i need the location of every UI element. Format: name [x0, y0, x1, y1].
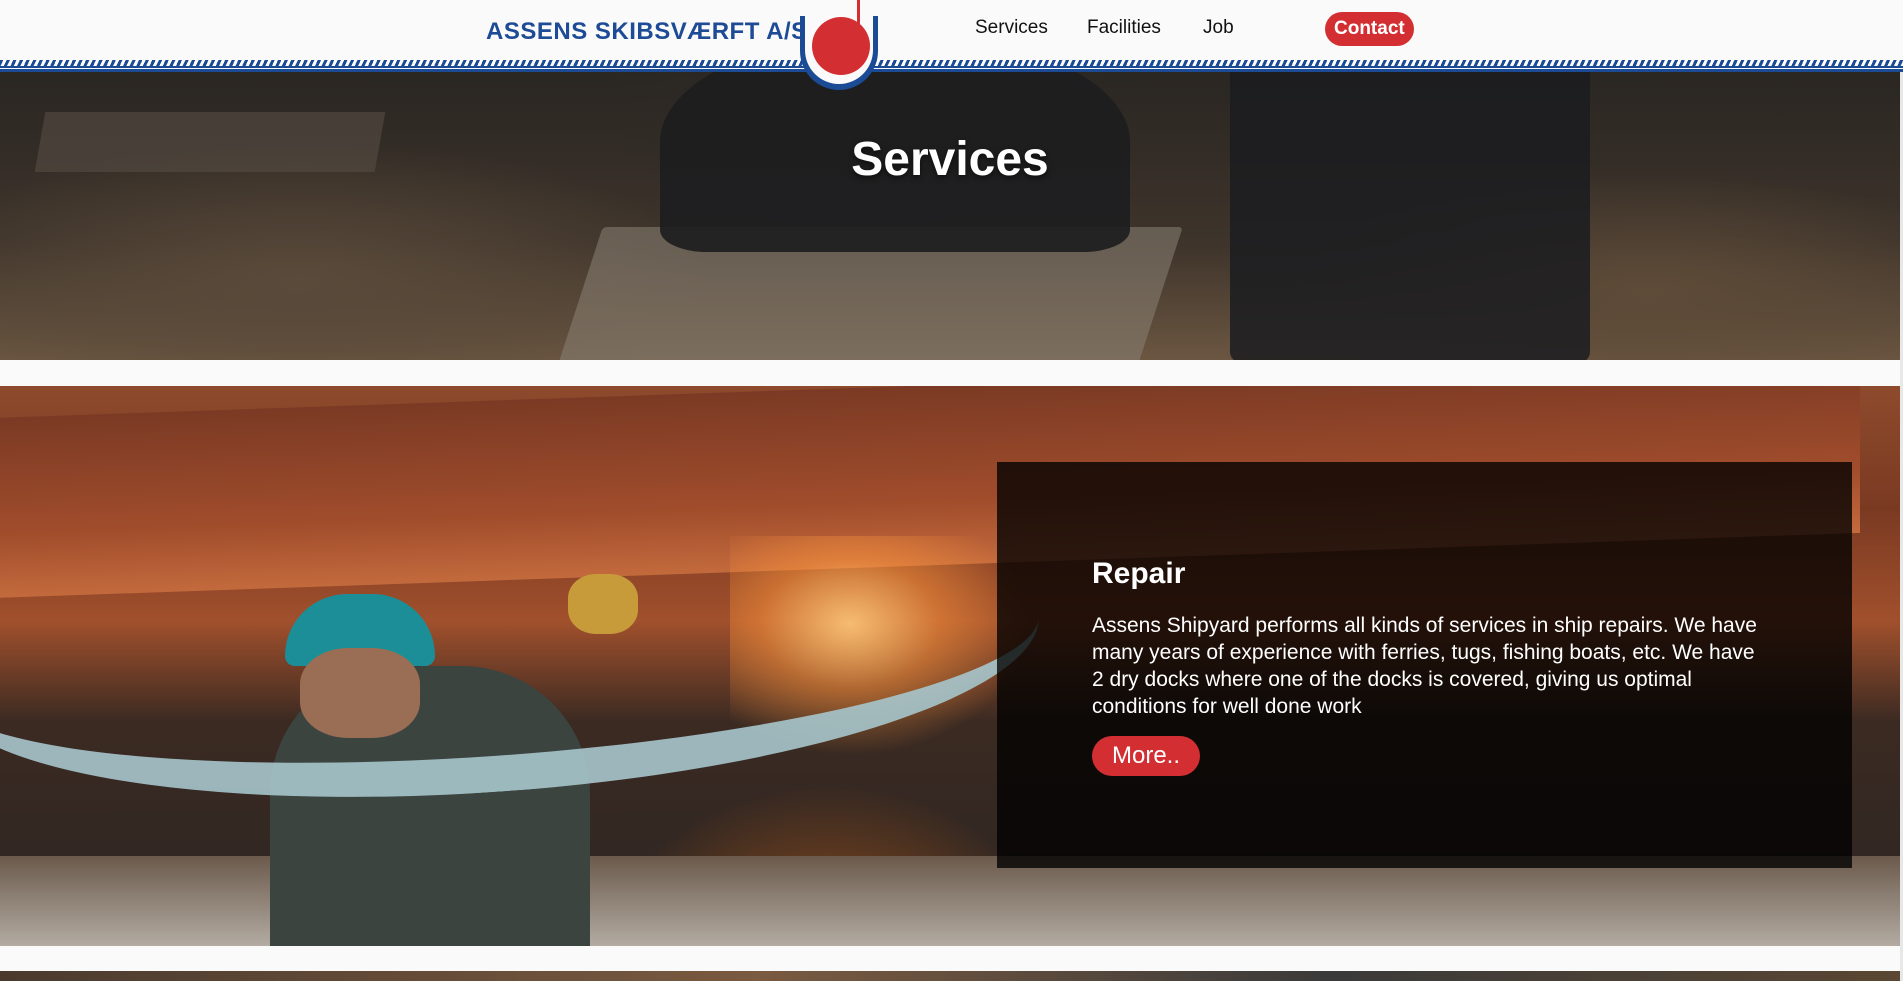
- more-button[interactable]: More..: [1092, 736, 1201, 776]
- repair-description: Assens Shipyard performs all kinds of se…: [1092, 614, 1757, 718]
- logo-mast-icon: [857, 0, 860, 62]
- nav-services[interactable]: Services: [975, 17, 1048, 41]
- nav-facilities[interactable]: Facilities: [1087, 17, 1161, 41]
- rope-border: [0, 60, 1903, 72]
- hero-banner: Services: [0, 72, 1900, 360]
- site-logo[interactable]: ASSENS SKIBSVÆRFT A/S: [486, 18, 808, 46]
- contact-button[interactable]: Contact: [1325, 12, 1414, 46]
- nav-job[interactable]: Job: [1203, 17, 1234, 41]
- page-title: Services: [851, 133, 1049, 186]
- hero-photo-person-standing: [1230, 72, 1590, 360]
- site-header: ASSENS SKIBSVÆRFT A/S Services Facilitie…: [0, 0, 1903, 66]
- repair-card: Repair Assens Shipyard performs all kind…: [997, 462, 1852, 868]
- logo-emblem-icon[interactable]: [812, 17, 870, 75]
- repair-title: Repair: [1092, 557, 1186, 590]
- next-service-section: [0, 971, 1900, 981]
